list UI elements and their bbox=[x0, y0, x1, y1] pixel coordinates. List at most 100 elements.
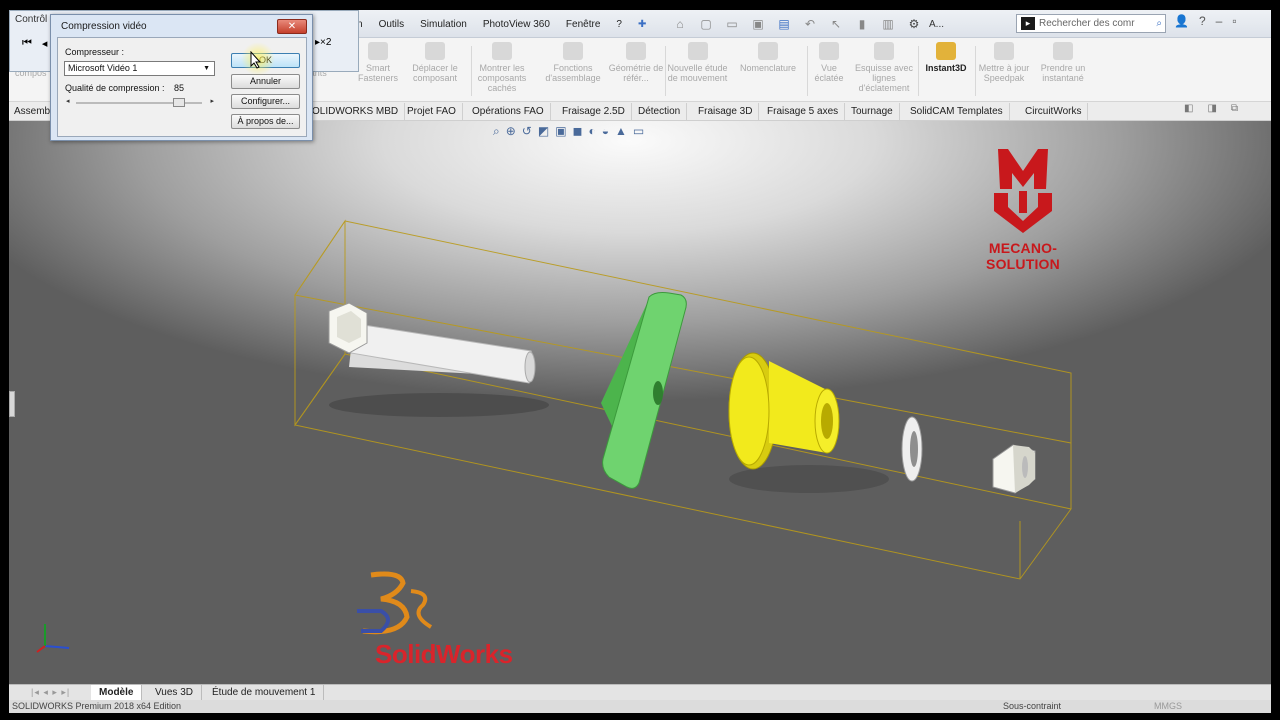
ribbon-reference-geometry[interactable]: Géométrie de référ... bbox=[605, 42, 667, 100]
menu-bar: n Outils Simulation PhotoView 360 Fenêtr… bbox=[349, 10, 654, 38]
quality-label: Qualité de compression : bbox=[65, 83, 165, 93]
model-tabs-bar: |◂ ◂ ▸ ▸| Modèle Vues 3D Étude de mouvem… bbox=[9, 684, 1271, 700]
user-label[interactable]: A... bbox=[929, 19, 944, 30]
compressor-select[interactable]: Microsoft Vidéo 1 ▼ bbox=[64, 61, 215, 76]
doc-restore-icon[interactable]: ⧉ bbox=[1231, 103, 1238, 114]
explode-line-sketch-icon bbox=[874, 42, 894, 60]
tab-solidworks-mbd[interactable]: OLIDWORKS MBD bbox=[306, 103, 406, 120]
tab-scroll-arrows-icon[interactable]: |◂ ◂ ▸ ▸| bbox=[31, 687, 70, 698]
restore-icon[interactable]: ▫ bbox=[1232, 14, 1236, 28]
pin-icon[interactable]: ✚ bbox=[630, 19, 654, 30]
chevron-down-icon: ▼ bbox=[203, 65, 210, 72]
menu-item-help[interactable]: ? bbox=[608, 19, 630, 30]
options-gear-icon[interactable]: ⚙ bbox=[903, 17, 925, 31]
smart-fasteners-icon bbox=[368, 42, 388, 60]
tab-projet-fao[interactable]: Projet FAO bbox=[401, 103, 463, 120]
new-document-icon[interactable]: ▢ bbox=[695, 17, 717, 31]
menu-item-photoview[interactable]: PhotoView 360 bbox=[475, 19, 558, 30]
document-window-controls: ◧ ◨ ⧉ bbox=[1184, 103, 1238, 114]
ribbon-exploded-view[interactable]: Vue éclatée bbox=[807, 42, 851, 100]
tab-circuitworks[interactable]: CircuitWorks bbox=[1019, 103, 1089, 120]
slider-right-arrow-icon[interactable]: ▸ bbox=[210, 97, 214, 105]
slider-thumb[interactable] bbox=[172, 98, 185, 107]
close-button[interactable]: ✕ bbox=[277, 19, 307, 34]
quality-slider[interactable]: ◂ ▸ bbox=[66, 98, 214, 108]
mecano-solution-logo: MECANO-SOLUTION bbox=[953, 149, 1093, 272]
tab-motion-study-1[interactable]: Étude de mouvement 1 bbox=[204, 685, 325, 700]
save-icon[interactable]: ▣ bbox=[747, 17, 769, 31]
ribbon-new-motion-study[interactable]: Nouvelle étude de mouvement bbox=[666, 42, 729, 100]
top-right-controls: 👤 ? – ▫ bbox=[1174, 14, 1237, 28]
select-icon[interactable]: ↖ bbox=[825, 17, 847, 31]
tab-fraisage-2-5d[interactable]: Fraisage 2.5D bbox=[556, 103, 632, 120]
tab-operations-fao[interactable]: Opérations FAO bbox=[466, 103, 551, 120]
play-icon[interactable]: ◂ bbox=[42, 37, 48, 50]
plate-part[interactable] bbox=[601, 292, 687, 489]
bushing-part[interactable] bbox=[728, 352, 840, 470]
instant3d-icon bbox=[936, 42, 956, 60]
quick-access-toolbar: ⌂ ▢ ▭ ▣ ▤ ↶ ↖ ▮ ▥ ⚙ A... bbox=[669, 13, 944, 35]
playback-speed[interactable]: ▸×2 bbox=[315, 37, 331, 48]
ribbon-bill-of-materials[interactable]: Nomenclature bbox=[731, 42, 805, 100]
rebuild-icon[interactable]: ▮ bbox=[851, 17, 873, 31]
tab-model[interactable]: Modèle bbox=[91, 685, 143, 700]
slider-left-arrow-icon[interactable]: ◂ bbox=[66, 97, 70, 105]
tab-fraisage-5-axes[interactable]: Fraisage 5 axes bbox=[761, 103, 846, 120]
tab-fraisage-3d[interactable]: Fraisage 3D bbox=[692, 103, 760, 120]
solidworks-wordmark: SolidWorks bbox=[375, 639, 513, 669]
graphics-area[interactable]: ⌕ ⊕ ↺ ◩ ▣ ◼ ◐ ◒ ▲ ▭ MECANO-SOLUTION Soli… bbox=[9, 121, 1271, 684]
search-placeholder: Rechercher des comr bbox=[1039, 18, 1135, 29]
home-icon[interactable]: ⌂ bbox=[669, 17, 691, 31]
undo-icon[interactable]: ↶ bbox=[799, 17, 821, 31]
quality-value: 85 bbox=[174, 83, 185, 93]
solidworks-logo: SolidWorks bbox=[351, 571, 521, 669]
tab-solidcam-templates[interactable]: SolidCAM Templates bbox=[904, 103, 1010, 120]
cancel-button[interactable]: Annuler bbox=[231, 74, 300, 89]
status-product-name: SOLIDWORKS Premium 2018 x64 Edition bbox=[12, 701, 182, 711]
washer-part[interactable] bbox=[901, 416, 923, 482]
mecano-emblem-icon bbox=[994, 149, 1052, 233]
video-compression-dialog: Compression vidéo ✕ Compresseur : Micros… bbox=[50, 14, 313, 141]
dialog-title: Compression vidéo bbox=[61, 21, 147, 32]
motion-study-icon bbox=[687, 42, 708, 60]
status-bar: SOLIDWORKS Premium 2018 x64 Edition Sous… bbox=[9, 700, 1271, 713]
user-icon[interactable]: 👤 bbox=[1174, 14, 1189, 28]
panel-left-icon[interactable]: ◧ bbox=[1184, 103, 1193, 114]
show-hidden-icon bbox=[492, 42, 512, 60]
motion-controller-title: Contrôl bbox=[15, 14, 48, 25]
configure-button[interactable]: Configurer... bbox=[231, 94, 300, 109]
about-button[interactable]: À propos de... bbox=[231, 114, 300, 129]
ribbon-assembly-features[interactable]: Fonctions d'assemblage bbox=[540, 42, 606, 100]
snapshot-icon bbox=[1053, 42, 1073, 60]
tab-3d-views[interactable]: Vues 3D bbox=[147, 685, 202, 700]
open-icon[interactable]: ▭ bbox=[721, 17, 743, 31]
assembly-features-icon bbox=[563, 42, 583, 60]
rewind-icon[interactable]: ⏮ bbox=[22, 37, 32, 50]
search-icon[interactable]: ⌕ bbox=[1156, 18, 1162, 29]
ribbon-show-hidden[interactable]: Montrer les composants cachés bbox=[471, 42, 533, 100]
bolt-part[interactable] bbox=[328, 302, 536, 384]
ribbon-instant3d[interactable]: Instant3D bbox=[918, 42, 974, 100]
ribbon-update-speedpak[interactable]: Mettre à jour Speedpak bbox=[975, 42, 1033, 100]
feature-manager-collapse-handle[interactable] bbox=[9, 391, 15, 417]
status-units[interactable]: MMGS bbox=[1154, 701, 1182, 711]
ribbon-move-component[interactable]: Déplacer le composant bbox=[404, 42, 466, 100]
panel-right-icon[interactable]: ◨ bbox=[1207, 103, 1216, 114]
file-properties-icon[interactable]: ▥ bbox=[877, 17, 899, 31]
help-icon[interactable]: ? bbox=[1199, 14, 1206, 28]
menu-item-tools[interactable]: Outils bbox=[371, 19, 413, 30]
playback-controls: ⏮ ◂ bbox=[22, 37, 47, 50]
ribbon-take-snapshot[interactable]: Prendre un instantané bbox=[1033, 42, 1093, 100]
tab-detection[interactable]: Détection bbox=[632, 103, 688, 120]
menu-item-simulation[interactable]: Simulation bbox=[412, 19, 475, 30]
nut-part[interactable] bbox=[992, 444, 1036, 494]
search-input[interactable]: ▸ Rechercher des comr ⌕ bbox=[1016, 14, 1166, 33]
move-component-icon bbox=[425, 42, 445, 60]
status-constraint: Sous-contraint bbox=[1003, 701, 1062, 711]
menu-item-window[interactable]: Fenêtre bbox=[558, 19, 608, 30]
ribbon-explode-line-sketch[interactable]: Esquisse avec lignes d'éclatement bbox=[851, 42, 917, 100]
tab-tournage[interactable]: Tournage bbox=[845, 103, 900, 120]
print-icon[interactable]: ▤ bbox=[773, 17, 795, 31]
minimize-icon[interactable]: – bbox=[1216, 14, 1223, 28]
solidworks-window: n Outils Simulation PhotoView 360 Fenêtr… bbox=[9, 10, 1271, 713]
